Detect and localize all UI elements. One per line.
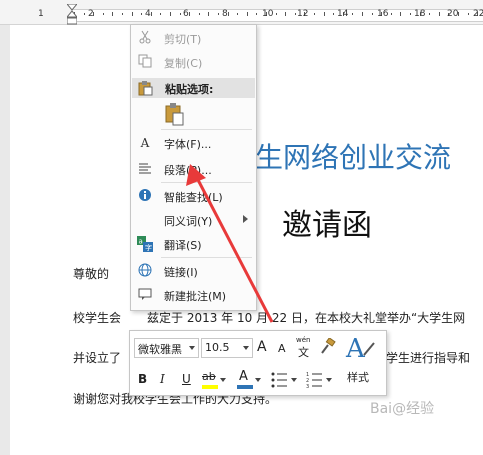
watermark-logo: Bai@经验: [370, 401, 435, 417]
annotation-arrow-icon: [186, 164, 274, 323]
